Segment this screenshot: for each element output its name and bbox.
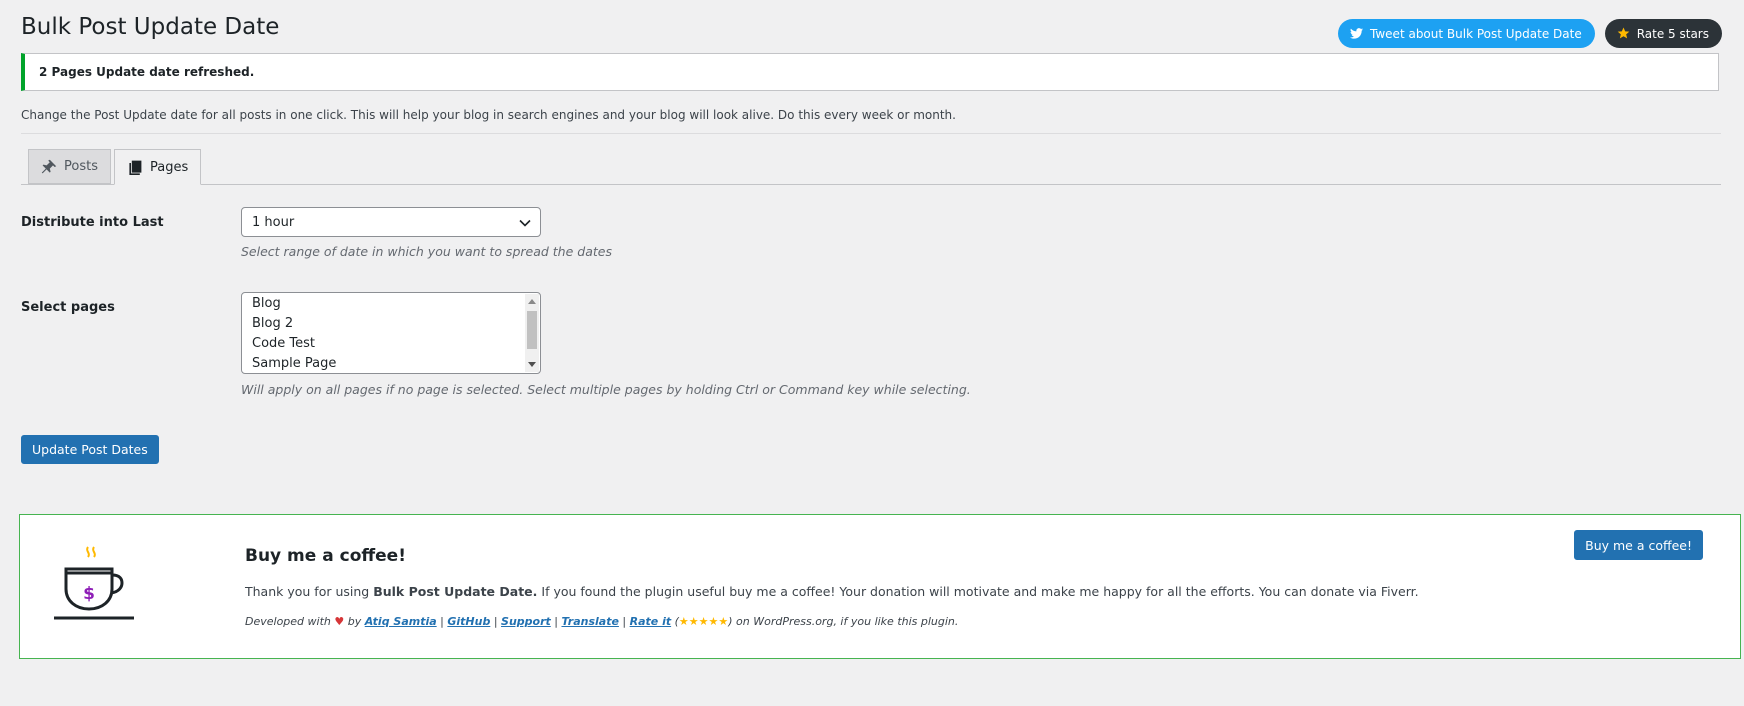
coffee-title: Buy me a coffee! — [245, 546, 406, 566]
tab-pages-label: Pages — [150, 159, 189, 175]
support-link[interactable]: Support — [501, 615, 551, 628]
pages-help: Will apply on all pages if no page is se… — [241, 382, 971, 397]
scroll-down-icon[interactable] — [528, 362, 536, 367]
coffee-cup-icon: $ — [54, 546, 134, 620]
dev-by: by — [347, 615, 362, 628]
author-link[interactable]: Atiq Samtia — [365, 615, 437, 628]
tweet-label: Tweet about Bulk Post Update Date — [1370, 26, 1582, 41]
svg-text:$: $ — [83, 584, 95, 604]
scroll-thumb[interactable] — [527, 311, 537, 349]
pages-options: Blog Blog 2 Code Test Sample Page — [242, 294, 523, 373]
success-notice: 2 Pages Update date refreshed. — [21, 53, 1719, 91]
tab-pages[interactable]: Pages — [114, 149, 202, 185]
coffee-box: $ Buy me a coffee! Thank you for using B… — [19, 514, 1741, 659]
divider — [21, 133, 1721, 134]
list-item[interactable]: Sample Page — [242, 354, 523, 373]
list-item[interactable]: Code Test — [242, 334, 523, 354]
dev-post: on WordPress.org, if you like this plugi… — [736, 615, 959, 628]
translate-link[interactable]: Translate — [561, 615, 618, 628]
rate-label: Rate 5 stars — [1636, 26, 1709, 41]
distribute-select[interactable]: 1 hour — [241, 207, 541, 237]
page-title: Bulk Post Update Date — [21, 14, 280, 40]
coffee-text: Thank you for using Bulk Post Update Dat… — [245, 584, 1419, 599]
scroll-up-icon[interactable] — [528, 299, 536, 304]
header-actions: Tweet about Bulk Post Update Date Rate 5… — [1338, 19, 1722, 48]
heart-icon: ♥ — [334, 615, 345, 628]
twitter-icon — [1350, 28, 1364, 39]
tab-posts-label: Posts — [64, 159, 98, 174]
star-icon — [1617, 27, 1630, 39]
developer-credits: Developed with ♥ by Atiq Samtia | GitHub… — [245, 615, 959, 628]
chevron-down-icon — [519, 219, 531, 227]
distribute-value: 1 hour — [252, 214, 295, 230]
notice-text: 2 Pages Update date refreshed. — [39, 65, 255, 79]
coffee-text-post: If you found the plugin useful buy me a … — [537, 584, 1419, 599]
rate-it-link[interactable]: Rate it — [630, 615, 671, 628]
rating-stars: ★★★★★ — [678, 615, 729, 628]
coffee-text-pre: Thank you for using — [245, 584, 374, 599]
pin-icon — [41, 159, 57, 173]
buy-coffee-button[interactable]: Buy me a coffee! — [1574, 530, 1703, 560]
rate-button[interactable]: Rate 5 stars — [1604, 19, 1722, 48]
dev-pre: Developed with — [245, 615, 331, 628]
list-item[interactable]: Blog — [242, 294, 523, 314]
tab-posts[interactable]: Posts — [28, 149, 111, 184]
listbox-scrollbar[interactable] — [525, 294, 539, 372]
pages-listbox[interactable]: Blog Blog 2 Code Test Sample Page — [241, 292, 541, 374]
plugin-name: Bulk Post Update Date. — [373, 584, 538, 599]
distribute-help: Select range of date in which you want t… — [241, 244, 612, 259]
pages-icon — [129, 160, 142, 175]
update-post-dates-button[interactable]: Update Post Dates — [21, 435, 159, 464]
list-item[interactable]: Blog 2 — [242, 314, 523, 334]
distribute-label: Distribute into Last — [21, 215, 164, 230]
tab-bar: Posts Pages — [21, 149, 1721, 185]
github-link[interactable]: GitHub — [447, 615, 490, 628]
tweet-button[interactable]: Tweet about Bulk Post Update Date — [1338, 19, 1595, 48]
pages-label: Select pages — [21, 300, 115, 315]
plugin-description: Change the Post Update date for all post… — [21, 108, 956, 122]
